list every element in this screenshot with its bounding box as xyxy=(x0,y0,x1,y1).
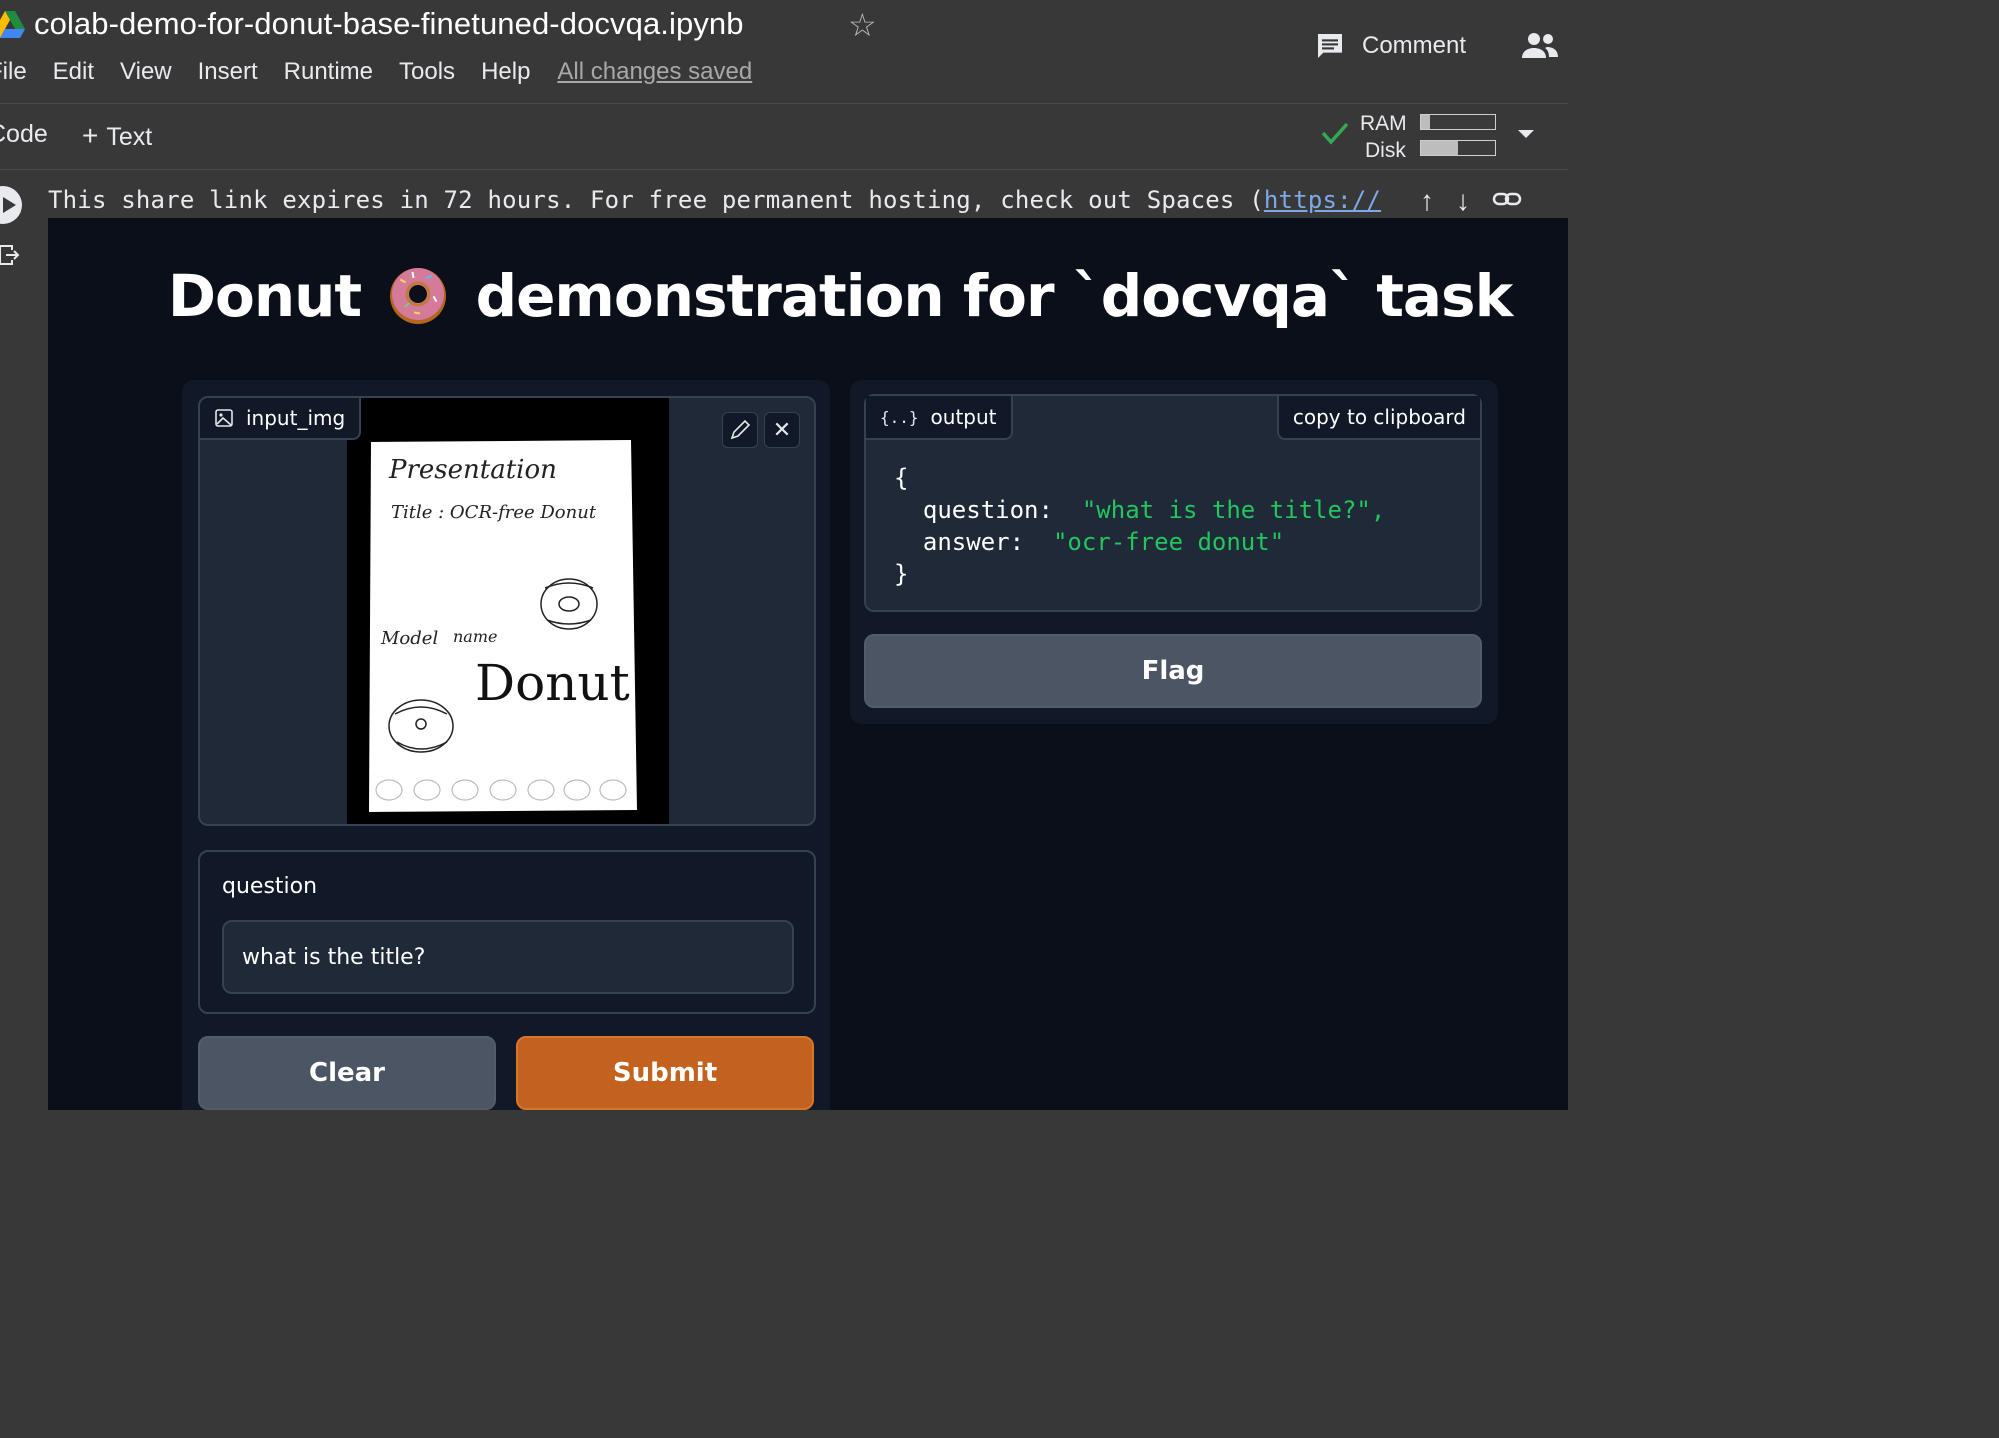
colab-header: colab-demo-for-donut-base-finetuned-docv… xyxy=(0,0,1568,104)
google-drive-icon[interactable] xyxy=(0,10,26,40)
output-label: {..} output xyxy=(866,396,1013,440)
run-cell-button[interactable] xyxy=(0,186,22,224)
share-link-message: This share link expires in 72 hours. For… xyxy=(48,186,1414,218)
plus-icon: + xyxy=(82,120,99,151)
move-cell-down-icon[interactable]: ↓ xyxy=(1456,184,1470,222)
pencil-icon xyxy=(730,419,751,440)
app-title: Donut demonstration for `docvqa` task xyxy=(48,262,1568,330)
uploaded-document-image: Presentation Title : OCR-free Donut Mode… xyxy=(347,398,669,824)
image-input-label: input_img xyxy=(200,398,362,440)
link-icon[interactable] xyxy=(1492,184,1522,222)
question-label: question xyxy=(222,874,318,899)
resources-dropdown-icon[interactable] xyxy=(1518,130,1534,138)
menu-tools[interactable]: Tools xyxy=(399,58,455,94)
image-icon xyxy=(215,409,233,427)
add-code-button[interactable]: Code xyxy=(0,120,48,149)
sketch-name-label: name xyxy=(453,627,497,646)
disk-meter xyxy=(1420,140,1496,156)
donut-emoji-icon xyxy=(390,268,447,324)
document-sketch: Presentation Title : OCR-free Donut Mode… xyxy=(369,440,637,812)
json-braces-icon: {..} xyxy=(880,407,919,427)
share-link-url[interactable]: https:// xyxy=(1264,186,1381,214)
app-title-part2: demonstration for `docvqa` task xyxy=(475,262,1514,330)
sketch-heading: Presentation xyxy=(388,455,557,485)
remove-image-button[interactable]: ✕ xyxy=(764,412,800,448)
json-close-brace: } xyxy=(894,560,909,588)
gradio-app: Donut demonstration for `docvqa` task in… xyxy=(48,218,1568,1110)
menu-edit[interactable]: Edit xyxy=(53,58,94,94)
close-icon: ✕ xyxy=(772,417,792,443)
comment-button[interactable]: Comment xyxy=(1314,28,1466,64)
json-question-key: question: xyxy=(922,496,1053,524)
menu-file[interactable]: File xyxy=(0,58,27,94)
add-text-button[interactable]: + Text xyxy=(82,120,152,152)
comment-icon xyxy=(1318,34,1342,58)
clear-button[interactable]: Clear xyxy=(198,1036,496,1110)
flag-button[interactable]: Flag xyxy=(864,634,1482,708)
app-title-part1: Donut xyxy=(167,262,362,330)
menu-bar: File Edit View Insert Runtime Tools Help… xyxy=(0,58,752,94)
sketch-model-label: Model xyxy=(380,628,438,649)
cell-toolbar: ↑ ↓ xyxy=(1420,184,1522,222)
output-label-text: output xyxy=(930,405,997,429)
input-panel: input_img Presentation Title : OCR-free … xyxy=(182,380,830,1110)
json-open-brace: { xyxy=(894,464,909,492)
people-share-icon[interactable] xyxy=(1520,30,1560,62)
menu-view[interactable]: View xyxy=(120,58,172,94)
sketch-title-line: Title : OCR-free Donut xyxy=(391,502,597,523)
json-question-value: "what is the title?", xyxy=(1081,496,1386,524)
sketch-donut-word: Donut xyxy=(475,654,630,712)
image-input-label-text: input_img xyxy=(246,406,346,430)
clear-output-icon[interactable] xyxy=(0,242,22,268)
output-panel: {..} output copy to clipboard { question… xyxy=(850,380,1498,724)
resource-labels[interactable]: RAM Disk xyxy=(1360,110,1407,164)
move-cell-up-icon[interactable]: ↑ xyxy=(1420,184,1434,222)
ram-meter-fill xyxy=(1421,115,1430,129)
json-answer-value: "ocr-free donut" xyxy=(1052,528,1285,556)
question-block: question what is the title? xyxy=(198,850,816,1014)
notebook-title[interactable]: colab-demo-for-donut-base-finetuned-docv… xyxy=(34,6,744,42)
add-text-label: Text xyxy=(106,123,153,151)
ram-label: RAM xyxy=(1360,112,1407,135)
disk-label: Disk xyxy=(1365,139,1406,162)
save-status[interactable]: All changes saved xyxy=(557,58,752,94)
next-cell-strip xyxy=(0,1110,1568,1128)
ram-meter xyxy=(1420,114,1496,130)
star-icon[interactable]: ☆ xyxy=(848,6,877,44)
menu-insert[interactable]: Insert xyxy=(198,58,258,94)
copy-to-clipboard-button[interactable]: copy to clipboard xyxy=(1276,396,1480,440)
share-link-text: This share link expires in 72 hours. For… xyxy=(48,186,1264,214)
checkmark-icon xyxy=(1321,122,1349,145)
edit-image-button[interactable] xyxy=(722,412,758,448)
json-answer-key: answer: xyxy=(922,528,1025,556)
submit-button[interactable]: Submit xyxy=(516,1036,814,1110)
menu-runtime[interactable]: Runtime xyxy=(284,58,373,94)
json-output-block: {..} output copy to clipboard { question… xyxy=(864,394,1482,612)
image-input-block[interactable]: input_img Presentation Title : OCR-free … xyxy=(198,396,816,826)
disk-meter-fill xyxy=(1421,141,1458,155)
comment-label: Comment xyxy=(1362,32,1467,59)
question-input[interactable]: what is the title? xyxy=(222,920,794,994)
json-viewer: { question: "what is the title?", answer… xyxy=(894,462,1385,590)
menu-help[interactable]: Help xyxy=(481,58,530,94)
